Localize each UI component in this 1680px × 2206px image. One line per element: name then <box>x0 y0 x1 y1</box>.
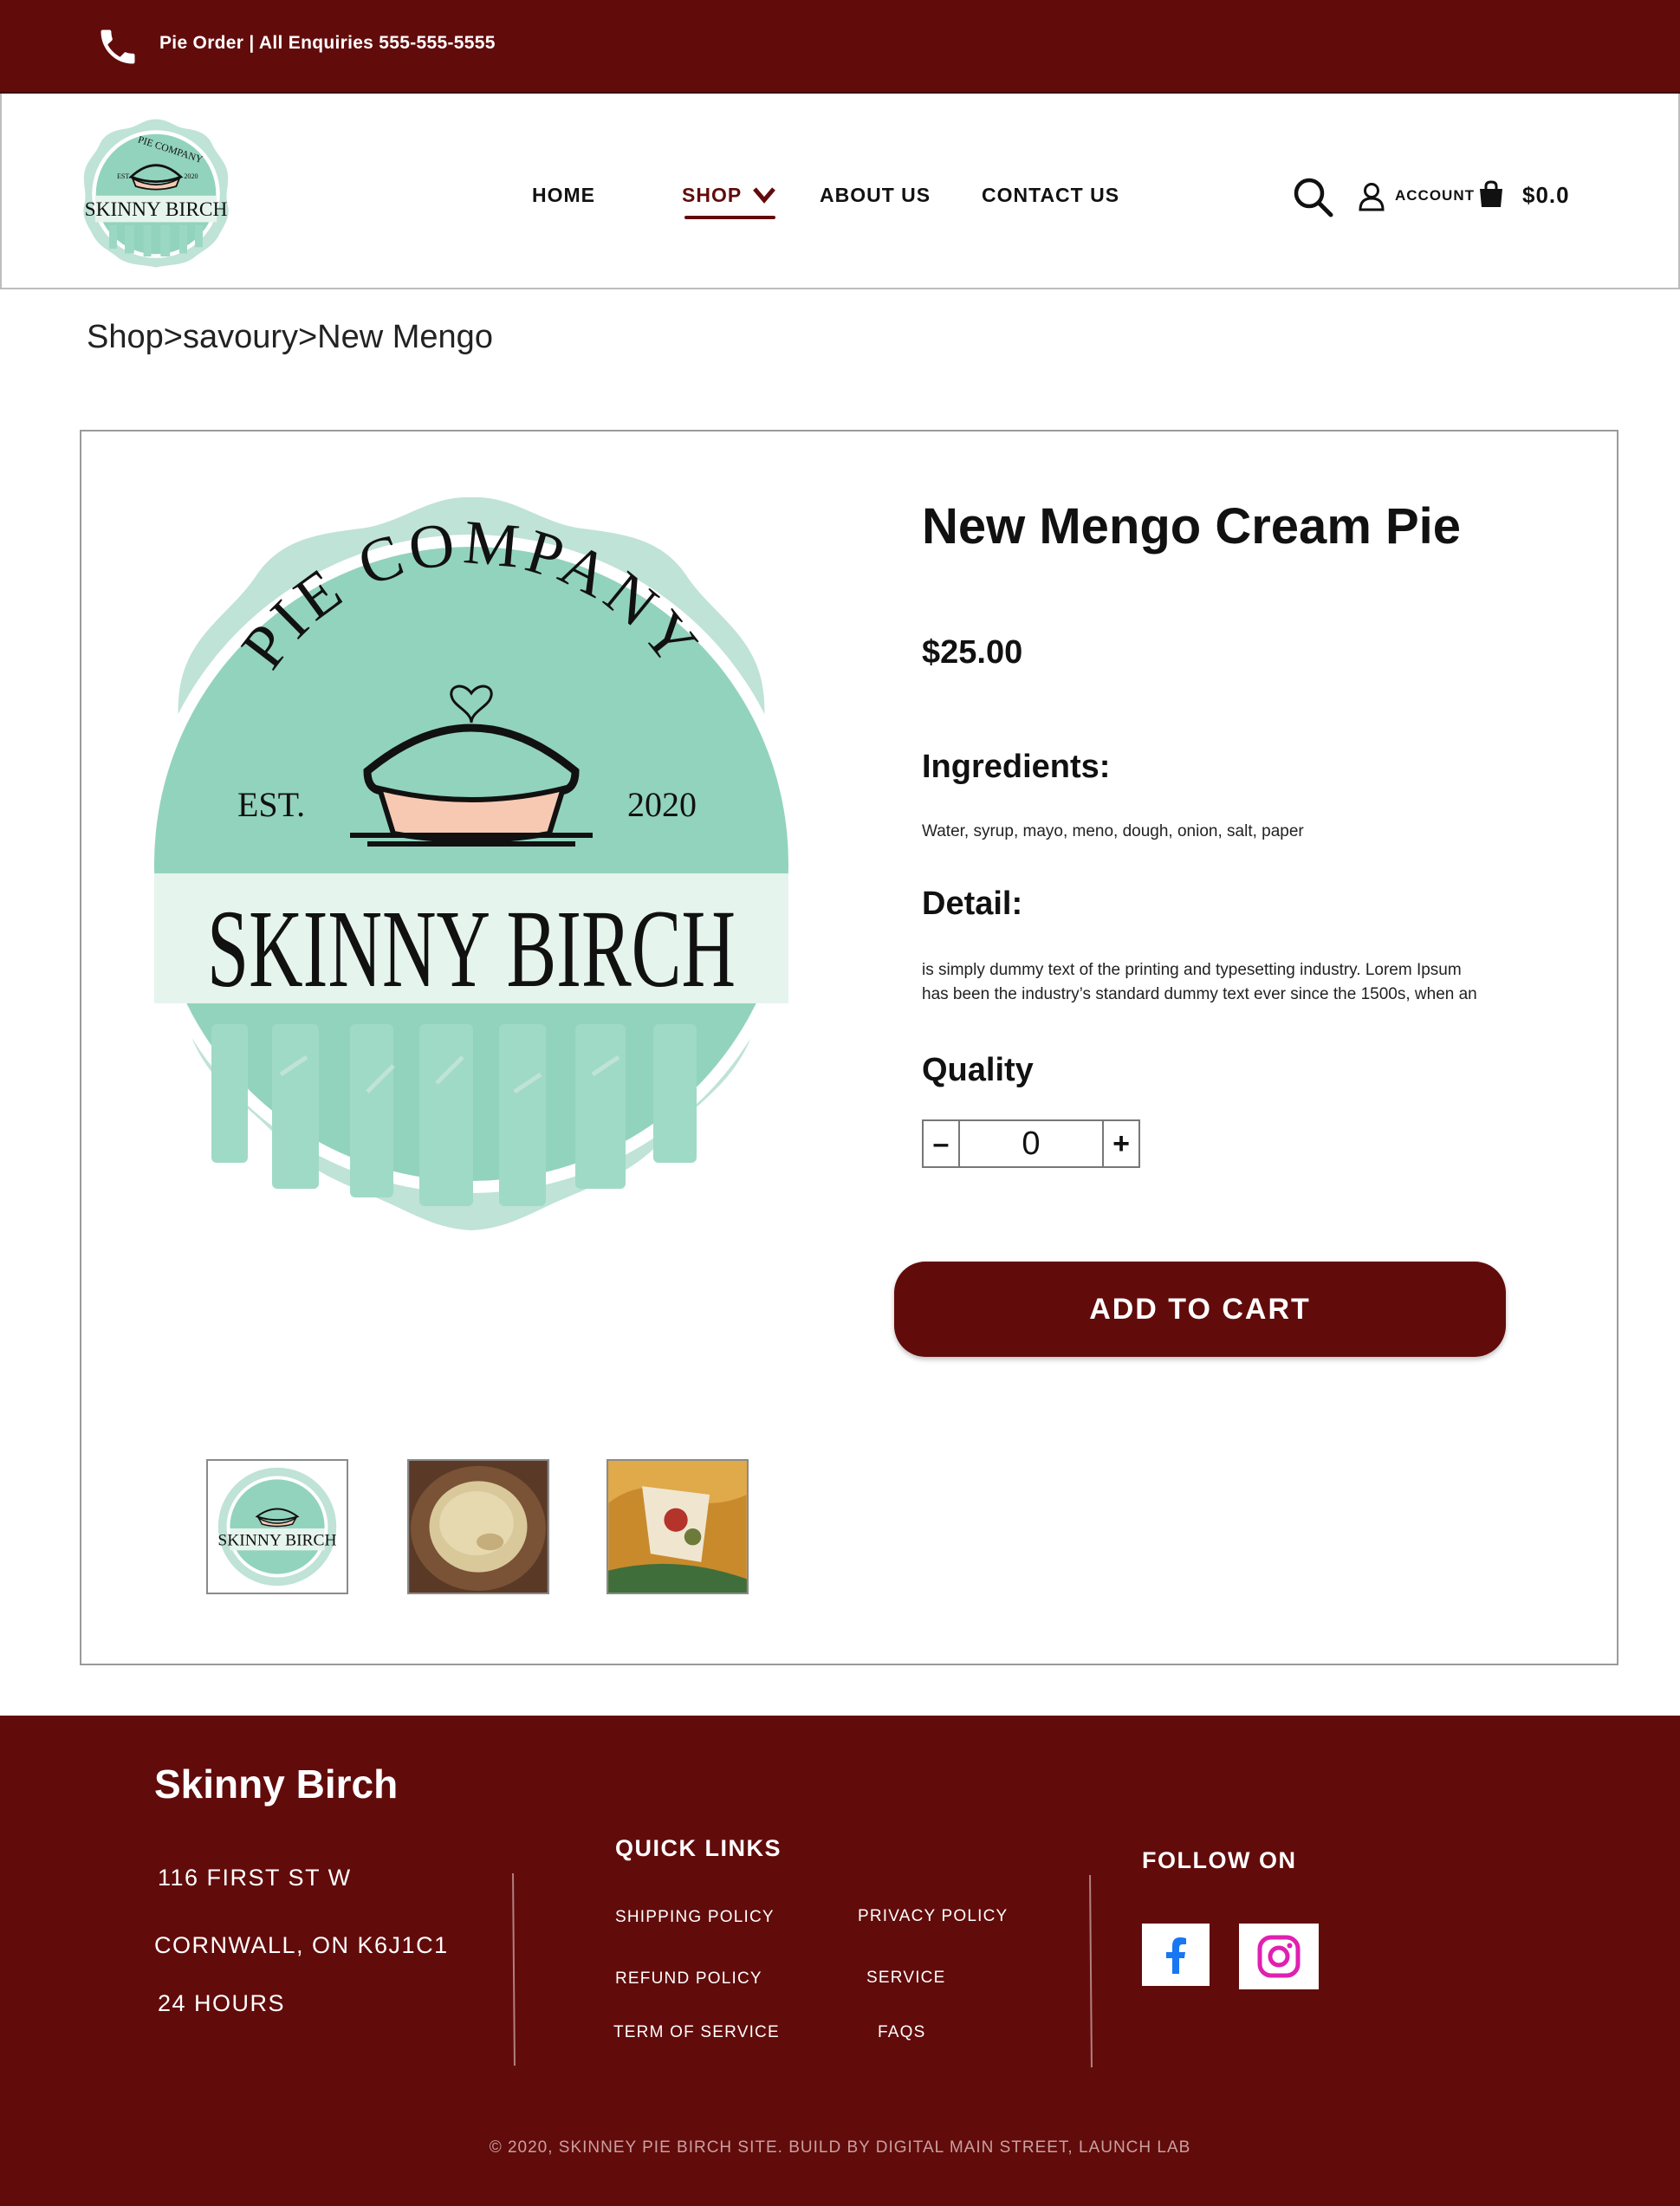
logo-name-text: SKINNY BIRCH <box>207 887 736 1010</box>
facebook-icon <box>1166 1937 1186 1974</box>
refund-policy-link[interactable]: REFUND POLICY <box>615 1969 762 1989</box>
skinny-birch-logo[interactable]: SKINNY BIRCH EST. 2020 PIE COMPANY <box>78 116 234 272</box>
decrease-quantity-button[interactable]: – <box>924 1121 960 1166</box>
quantity-stepper: – + <box>922 1119 1140 1168</box>
chevron-down-icon[interactable] <box>752 185 776 204</box>
ingredients-text: Water, syrup, mayo, meno, dough, onion, … <box>922 822 1304 840</box>
detail-text: is simply dummy text of the printing and… <box>922 958 1528 1007</box>
increase-quantity-button[interactable]: + <box>1102 1121 1138 1166</box>
faqs-link[interactable]: FAQS <box>878 2023 925 2042</box>
top-bar: Pie Order | All Enquiries 555-555-5555 <box>0 0 1680 94</box>
thumbnail-pie-slice-image <box>608 1461 747 1593</box>
svg-text:2020: 2020 <box>184 172 198 180</box>
facebook-button[interactable] <box>1142 1924 1210 1986</box>
detail-heading: Detail: <box>922 886 1023 922</box>
account-link[interactable]: ACCOUNT <box>1395 187 1475 204</box>
footer-address-line-2: CORNWALL, ON K6J1C1 <box>154 1932 449 1958</box>
ingredients-heading: Ingredients: <box>922 749 1111 785</box>
add-to-cart-button[interactable]: ADD TO CART <box>894 1262 1506 1357</box>
footer-divider <box>1089 1874 1093 2068</box>
thumbnail-pie-whole-image <box>409 1461 548 1593</box>
search-icon[interactable] <box>1293 177 1334 218</box>
shipping-policy-link[interactable]: SHIPPING POLICY <box>615 1908 775 1927</box>
user-icon[interactable] <box>1359 182 1385 211</box>
footer-hours: 24 HOURS <box>158 1990 286 2016</box>
follow-on-heading: FOLLOW ON <box>1142 1847 1297 1873</box>
product-price: $25.00 <box>922 634 1023 671</box>
logo-year-text: 2020 <box>627 785 697 824</box>
enquiries-text: Pie Order | All Enquiries 555-555-5555 <box>159 33 496 53</box>
cart-total[interactable]: $0.0 <box>1522 182 1570 209</box>
svg-text:SKINNY BIRCH: SKINNY BIRCH <box>85 198 228 221</box>
logo-est-text: EST. <box>237 785 305 824</box>
footer-address-line-1: 116 FIRST ST W <box>158 1865 352 1891</box>
footer-brand: Skinny Birch <box>154 1762 399 1807</box>
site-footer: Skinny Birch 116 FIRST ST W CORNWALL, ON… <box>0 1716 1680 2206</box>
breadcrumb[interactable]: Shop>savoury>New Mengo <box>87 319 493 356</box>
quality-heading: Quality <box>922 1052 1034 1088</box>
svg-text:EST.: EST. <box>117 172 131 180</box>
shopping-bag-icon[interactable] <box>1478 180 1504 208</box>
thumbnail-pie-slice[interactable] <box>606 1459 749 1594</box>
quantity-input[interactable] <box>960 1121 1102 1166</box>
product-title: New Mengo Cream Pie <box>922 498 1462 555</box>
copyright-text: © 2020, SKINNEY PIE BIRCH SITE. BUILD BY… <box>489 2138 1191 2157</box>
instagram-icon <box>1257 1935 1301 1978</box>
term-of-service-link[interactable]: TERM OF SERVICE <box>613 2023 780 2042</box>
nav-contact-us[interactable]: CONTACT US <box>982 184 1119 207</box>
thumbnail-logo[interactable]: SKINNY BIRCH <box>206 1459 348 1594</box>
thumbnail-logo-image: SKINNY BIRCH <box>208 1461 347 1593</box>
privacy-policy-link[interactable]: PRIVACY POLICY <box>858 1907 1008 1926</box>
phone-icon <box>101 29 135 64</box>
product-card: SKINNY BIRCH EST. 2020 PIE COMPANY New M… <box>80 430 1618 1665</box>
instagram-button[interactable] <box>1239 1924 1319 1989</box>
svg-text:SKINNY BIRCH: SKINNY BIRCH <box>217 1531 336 1549</box>
site-header: SKINNY BIRCH EST. 2020 PIE COMPANY HOME … <box>0 94 1680 289</box>
thumbnail-pie-whole[interactable] <box>407 1459 549 1594</box>
detail-line-2: has been the industry’s standard dummy t… <box>922 985 1477 1003</box>
nav-home[interactable]: HOME <box>532 184 595 207</box>
nav-about-us[interactable]: ABOUT US <box>820 184 931 207</box>
nav-shop[interactable]: SHOP <box>682 184 742 207</box>
quick-links-heading: QUICK LINKS <box>615 1835 782 1861</box>
footer-divider <box>512 1872 516 2067</box>
service-link[interactable]: SERVICE <box>866 1969 945 1988</box>
nav-shop-active-indicator <box>684 216 775 219</box>
product-image-logo: SKINNY BIRCH EST. 2020 PIE COMPANY <box>142 496 801 1230</box>
detail-line-1: is simply dummy text of the printing and… <box>922 961 1462 979</box>
